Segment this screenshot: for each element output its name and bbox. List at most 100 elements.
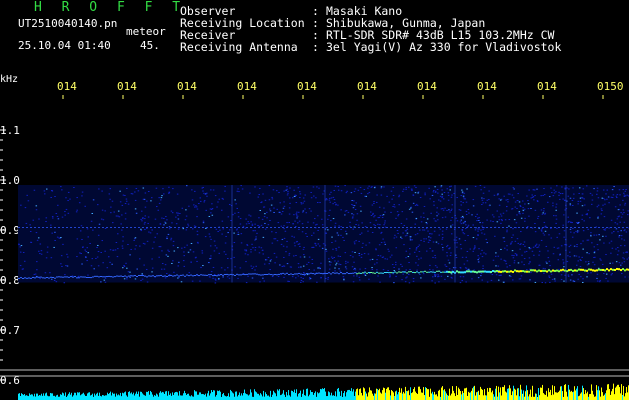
noise-speck <box>516 238 519 240</box>
noise-speck <box>512 257 515 259</box>
noise-speck <box>603 216 606 218</box>
noise-speck <box>411 211 414 213</box>
noise-speck <box>610 240 613 242</box>
noise-speck <box>486 281 489 283</box>
noise-speck <box>451 194 453 196</box>
noise-speck <box>310 191 312 193</box>
level-bar <box>116 393 117 400</box>
noise-speck <box>375 249 377 251</box>
noise-speck <box>612 194 615 196</box>
noise-speck <box>167 255 169 257</box>
noise-speck <box>397 215 399 217</box>
noise-speck <box>481 256 484 258</box>
noise-speck <box>360 232 363 234</box>
noise-speck <box>534 281 537 283</box>
noise-speck <box>51 232 53 234</box>
noise-speck <box>347 261 349 263</box>
level-bar <box>495 388 496 400</box>
noise-speck <box>64 274 66 276</box>
noise-speck <box>436 211 438 213</box>
noise-speck <box>319 268 321 270</box>
noise-speck <box>528 189 530 191</box>
level-bar <box>602 392 603 400</box>
level-bar <box>142 393 143 400</box>
signal-trace <box>572 269 574 272</box>
level-bar <box>119 395 120 400</box>
noise-speck <box>49 272 51 274</box>
noise-speck <box>558 233 561 235</box>
noise-speck <box>225 253 227 255</box>
noise-speck <box>295 202 298 204</box>
noise-speck <box>406 228 409 230</box>
noise-speck <box>351 251 354 253</box>
noise-speck <box>142 218 144 220</box>
noise-speck <box>446 246 448 248</box>
signal-level-bars <box>18 383 629 400</box>
noise-speck <box>376 262 378 264</box>
noise-speck <box>186 244 188 246</box>
noise-speck <box>578 192 580 194</box>
noise-speck <box>380 242 383 244</box>
noise-speck <box>500 222 502 224</box>
signal-trace <box>426 271 428 273</box>
noise-speck <box>488 199 490 201</box>
x-tick-label: 0150 <box>597 80 624 93</box>
noise-speck <box>129 276 131 278</box>
level-bar <box>134 395 135 400</box>
signal-trace <box>80 276 82 278</box>
noise-speck <box>337 186 339 188</box>
noise-speck <box>481 249 483 251</box>
noise-speck <box>578 221 580 223</box>
noise-speck <box>540 195 542 197</box>
noise-speck <box>20 204 22 206</box>
level-bar <box>386 388 387 400</box>
noise-speck <box>456 246 458 248</box>
noise-speck <box>344 210 347 212</box>
signal-trace <box>272 274 274 276</box>
level-bar <box>428 389 429 400</box>
noise-speck <box>477 230 479 232</box>
noise-speck <box>566 187 568 189</box>
level-bar <box>325 391 326 400</box>
noise-speck <box>373 201 375 203</box>
noise-speck <box>36 239 39 241</box>
noise-speck <box>254 246 257 248</box>
noise-speck <box>249 215 252 217</box>
meta-label-antenna: Receiving Antenna <box>180 40 298 54</box>
noise-speck <box>485 238 488 240</box>
noise-speck <box>278 191 280 193</box>
noise-speck <box>92 229 94 231</box>
noise-speck <box>307 221 309 223</box>
noise-speck <box>548 234 550 236</box>
level-bar <box>519 396 520 400</box>
signal-trace <box>470 270 472 273</box>
noise-speck <box>297 222 299 224</box>
noise-speck <box>527 203 530 205</box>
noise-speck <box>376 259 378 261</box>
noise-speck <box>441 230 444 232</box>
level-bar <box>295 392 296 400</box>
level-bar <box>483 395 484 400</box>
noise-speck <box>208 215 211 217</box>
noise-speck <box>525 250 528 252</box>
level-bar <box>256 392 257 400</box>
noise-speck <box>563 266 565 268</box>
noise-speck <box>505 210 508 212</box>
level-bar <box>395 391 396 400</box>
level-bar <box>499 392 500 400</box>
noise-speck <box>440 208 443 210</box>
level-bar <box>471 390 472 400</box>
noise-speck <box>66 265 69 267</box>
signal-trace <box>438 270 440 272</box>
signal-trace <box>392 272 394 274</box>
noise-speck <box>50 257 53 259</box>
noise-speck <box>51 190 53 192</box>
signal-trace <box>94 275 96 277</box>
level-bar <box>75 392 76 400</box>
signal-trace <box>622 268 624 271</box>
level-bar <box>349 389 350 400</box>
noise-speck <box>334 267 336 269</box>
noise-speck <box>437 219 439 221</box>
noise-speck <box>369 222 372 224</box>
signal-trace <box>336 272 338 274</box>
